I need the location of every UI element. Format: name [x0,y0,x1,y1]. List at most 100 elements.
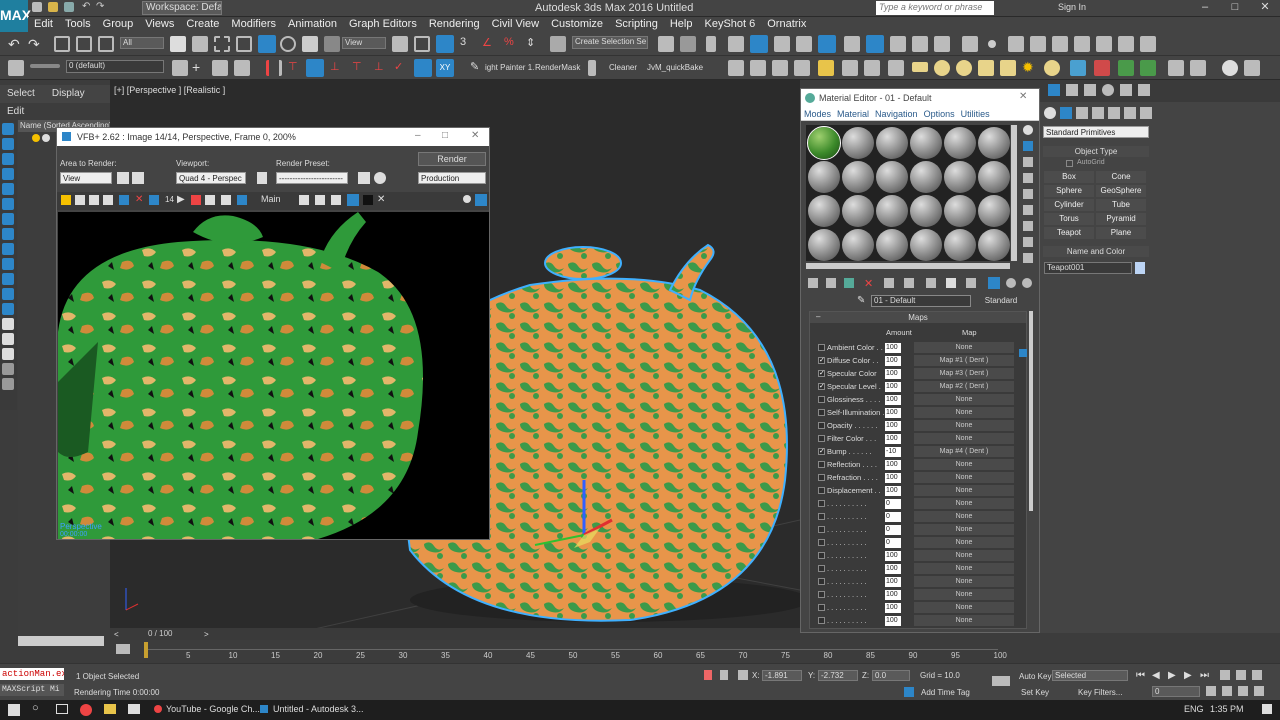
vfb-close-icon[interactable]: ✕ [471,130,479,141]
object-color-swatch[interactable] [1135,262,1145,274]
production-dropdown[interactable]: Production [418,172,486,184]
menu-item[interactable]: Views [139,17,180,32]
edit-region-icon[interactable] [117,172,129,184]
motion-tab-icon[interactable] [1102,84,1114,96]
material-slot[interactable] [978,195,1010,227]
material-slot[interactable] [978,161,1010,193]
isolate-icon[interactable] [704,670,712,680]
key-filters-button[interactable]: Key Filters... [1078,688,1122,697]
mini-curve-editor-icon[interactable] [116,644,130,654]
put-to-library-icon[interactable] [926,278,936,288]
link-icon[interactable] [54,36,70,52]
map-amount-field[interactable]: 100 [885,356,901,366]
vfb-minimize-icon[interactable]: – [415,130,421,141]
map-slot-button[interactable]: None [914,589,1014,600]
material-menu-item[interactable]: Material [834,107,872,121]
store-icon[interactable] [128,704,140,714]
xy-plane-icon[interactable] [414,59,432,77]
render-image[interactable]: Perspective 00:00:00 [58,212,489,539]
material-slot[interactable] [842,195,874,227]
map-enable-checkbox[interactable]: ✓ [818,370,825,377]
map-amount-field[interactable]: 100 [885,395,901,405]
map-enable-checkbox[interactable] [818,422,825,429]
new-file-icon[interactable] [32,2,42,12]
map-slot-button[interactable]: Map #3 ( Dent ) [914,368,1014,379]
vfb-maximize-icon[interactable]: □ [442,130,448,141]
map-enable-checkbox[interactable]: ✓ [818,383,825,390]
search-input[interactable]: Type a keyword or phrase [876,1,994,15]
selection-filter-dropdown[interactable]: All [120,37,164,49]
layer-dropdown[interactable]: 0 (default) [66,60,164,73]
curve-editor-icon[interactable] [750,35,768,53]
set-key-button[interactable]: Set Key [1021,688,1049,697]
save-image-icon[interactable] [61,195,71,205]
chrome-taskbar-icon[interactable] [80,704,92,716]
slider-next-icon[interactable]: > [204,630,209,639]
shirt-icon[interactable] [1008,36,1024,52]
open-file-icon[interactable] [48,2,58,12]
z-coordinate-field[interactable]: 0.0 [872,670,910,681]
notifications-icon[interactable] [1262,704,1272,714]
background-icon[interactable] [1023,157,1033,167]
material-name-field[interactable]: 01 - Default [871,295,971,307]
mirror-icon[interactable] [658,36,674,52]
task-view-icon[interactable] [56,704,68,714]
make-preview-icon[interactable] [1023,205,1033,215]
map-enable-checkbox[interactable] [818,617,825,624]
material-slot[interactable] [978,127,1010,159]
keyboard-shortcut-icon[interactable] [436,35,454,53]
filter-particles-icon[interactable] [2,258,14,270]
put-to-scene-icon[interactable] [826,278,836,288]
video-color-icon[interactable] [1023,189,1033,199]
map-enable-checkbox[interactable] [818,578,825,585]
menu-item[interactable]: KeyShot 6 [698,17,761,32]
maxscript-listener-a[interactable]: actionMan.exe [0,668,64,680]
filter-containers-icon[interactable] [2,273,14,285]
filter-invert-icon[interactable] [2,348,14,360]
helpers-icon[interactable] [1108,107,1120,119]
object-type-button[interactable]: Plane [1096,227,1146,239]
map-amount-field[interactable]: 100 [885,408,901,418]
reference-coordinate-dropdown[interactable]: View [342,37,386,49]
map-slot-button[interactable]: None [914,498,1014,509]
map-slot-button[interactable]: None [914,485,1014,496]
lens-effects-icon[interactable] [331,195,341,205]
material-id-icon[interactable] [946,278,956,288]
scale-icon[interactable] [302,36,318,52]
rendered-frame-window-icon[interactable] [844,36,860,52]
chrome-window[interactable]: YouTube - Google Ch... [166,704,260,714]
region-render-icon[interactable] [299,195,309,205]
maxscript-listener-b[interactable]: MAXScript Mi [0,684,64,696]
make-unique-icon[interactable] [904,278,914,288]
material-slot[interactable] [876,161,908,193]
zoom-all-icon[interactable] [1236,670,1246,680]
material-slot[interactable] [808,161,840,193]
map-amount-field[interactable]: 0 [885,499,901,509]
map-amount-field[interactable]: 100 [885,551,901,561]
fur-icon[interactable] [1168,60,1184,76]
cortana-icon[interactable]: ○ [32,702,39,714]
menu-item[interactable]: Animation [282,17,343,32]
material-editor-icon[interactable] [796,36,812,52]
map-slot-button[interactable]: None [914,459,1014,470]
snap-3d-icon[interactable]: 3 [460,36,476,52]
modify-tab-icon[interactable] [1066,84,1078,96]
reset-map-icon[interactable]: ✕ [864,277,873,290]
start-icon[interactable] [8,704,20,716]
pan-hand-icon[interactable] [1019,349,1027,357]
shape-icon[interactable] [888,60,904,76]
tab-display[interactable]: Display [45,85,92,103]
clear-icon[interactable]: ✕ [135,194,143,205]
material-slot[interactable] [944,127,976,159]
viewport-dropdown[interactable]: Quad 4 - Perspec [176,172,246,184]
absolute-mode-icon[interactable] [738,670,748,680]
teapot-lid[interactable] [544,246,622,280]
quickbake-label[interactable]: JvM_quickBake [647,63,703,72]
channel-main-label[interactable]: Main [261,194,281,204]
map-enable-checkbox[interactable] [818,461,825,468]
tab-edit[interactable]: Edit [0,103,31,121]
map-amount-field[interactable]: 100 [885,590,901,600]
object-type-button[interactable]: Cylinder [1044,199,1094,211]
map-amount-field[interactable]: 100 [885,564,901,574]
object-type-button[interactable]: Cone [1096,171,1146,183]
